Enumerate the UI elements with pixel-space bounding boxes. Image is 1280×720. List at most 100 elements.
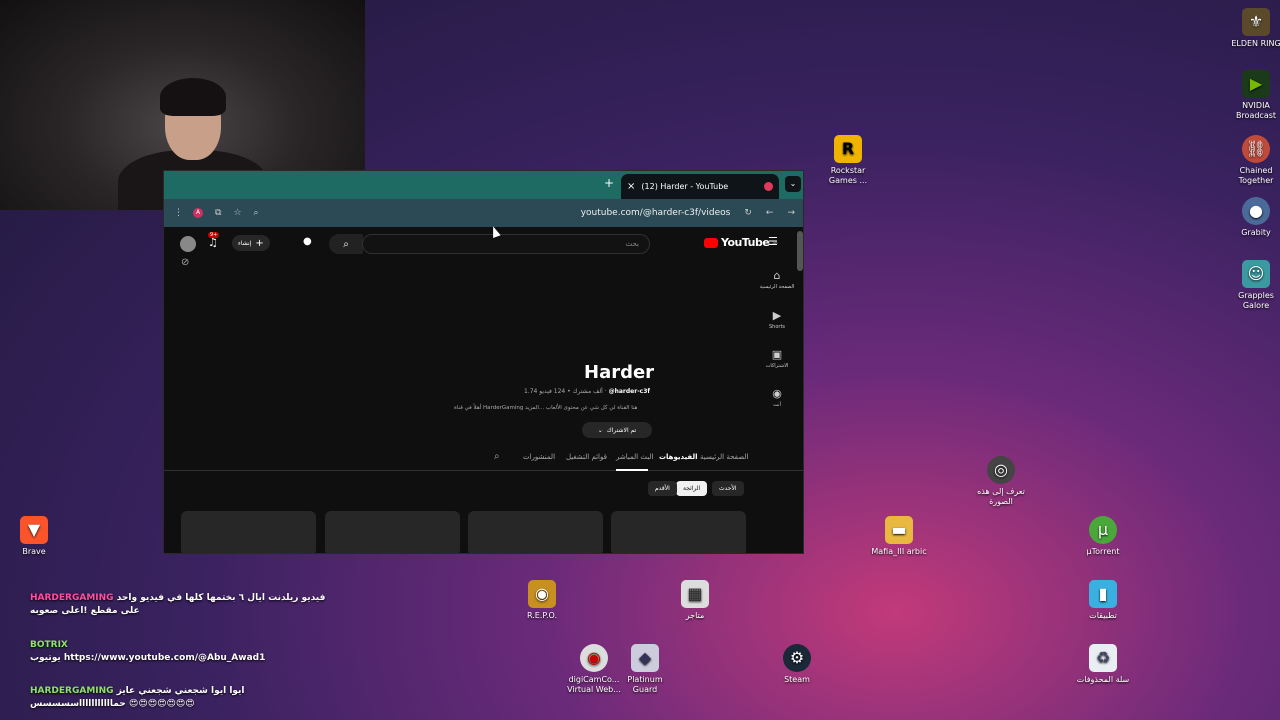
- channel-search-icon[interactable]: ⌕: [494, 451, 500, 462]
- tab-home[interactable]: الصفحة الرئيسية: [700, 453, 748, 461]
- desktop-icon-chained-together[interactable]: ⛓ Chained Together: [1226, 135, 1280, 185]
- profile-icon[interactable]: A: [193, 208, 203, 218]
- back-icon[interactable]: ←: [766, 208, 774, 218]
- video-thumbnail[interactable]: [611, 511, 746, 553]
- chevron-down-icon: ⌄: [597, 426, 603, 434]
- block-icon[interactable]: ⊘: [181, 257, 189, 268]
- avatar[interactable]: [180, 236, 196, 252]
- url-field[interactable]: youtube.com/@harder-c3f/videos: [581, 208, 731, 218]
- tab-videos[interactable]: الفيديوهات: [659, 453, 698, 461]
- chat-text: يوتيوب https://www.youtube.com/@Abu_Awad…: [30, 653, 266, 664]
- store-icon: ▦: [681, 580, 709, 608]
- extensions-icon[interactable]: ⧉: [215, 208, 221, 218]
- search-button[interactable]: ⌕: [329, 234, 363, 254]
- browser-window: + × (12) Harder - YouTube ⌄ ⋮ A ⧉ ☆ ⌕ yo…: [163, 170, 804, 554]
- notification-badge: 9+: [208, 232, 220, 238]
- webcam-icon: ◉: [580, 644, 608, 672]
- chat-message: BOTRIX يوتيوب https://www.youtube.com/@A…: [30, 639, 265, 665]
- chat-message: HARDERGAMING فيديو ريلدنت ايال ٦ بختمها …: [30, 592, 330, 617]
- youtube-play-icon: [704, 237, 718, 248]
- rail-you[interactable]: ◉ أنت: [759, 387, 795, 408]
- desktop-icon-steam[interactable]: ⚙ Steam: [767, 644, 827, 685]
- chip-oldest[interactable]: الأقدم: [648, 481, 677, 496]
- platinum-guard-icon: ◆: [631, 644, 659, 672]
- menu-dots-icon[interactable]: ⋮: [174, 208, 183, 218]
- youtube-logo[interactable]: YouTube SA: [704, 236, 778, 249]
- folder-icon: ▬: [885, 516, 913, 544]
- chip-popular[interactable]: الرائجة: [676, 481, 708, 496]
- desktop-icon-grabity[interactable]: ● Grabity: [1226, 197, 1280, 238]
- desktop-icon-google-lens[interactable]: ◎ تعرف إلى هذه الصورة: [971, 456, 1031, 506]
- nvidia-icon: ▶: [1242, 70, 1270, 98]
- tab-posts[interactable]: المنشورات: [523, 453, 555, 461]
- rail-subscriptions[interactable]: ▣ الاشتراكات: [759, 348, 795, 369]
- desktop-icon-apps[interactable]: ▮ تطبيقات: [1073, 580, 1133, 621]
- tab-close-button[interactable]: ×: [627, 181, 635, 192]
- chained-together-icon: ⛓: [1242, 135, 1270, 163]
- scrollbar[interactable]: [797, 231, 803, 271]
- search-icon: ⌕: [343, 238, 349, 250]
- chip-latest[interactable]: الأحدث: [712, 481, 744, 496]
- utorrent-icon: µ: [1089, 516, 1117, 544]
- chat-username: BOTRIX: [30, 640, 68, 650]
- tab-youtube[interactable]: × (12) Harder - YouTube: [621, 174, 779, 199]
- grapples-galore-icon: ☺: [1242, 260, 1270, 288]
- mic-icon[interactable]: ●: [303, 236, 312, 247]
- subscriptions-icon: ▣: [771, 348, 783, 361]
- shorts-icon: ▶: [772, 309, 782, 322]
- rail-shorts[interactable]: ▶ Shorts: [759, 309, 795, 330]
- recycle-bin-icon: ♻: [1089, 644, 1117, 672]
- lens-icon: ◎: [987, 456, 1015, 484]
- chat-username: HARDERGAMING: [30, 686, 114, 696]
- tab-list-chevron-icon[interactable]: ⌄: [785, 176, 801, 192]
- desktop-icon-recycle-bin[interactable]: ♻ سلة المحذوفات: [1073, 644, 1133, 685]
- youtube-page: ♫ 9+ إنشاء + ⊘ ● ⌕ بحث YouTube SA ☰ ⌂ الصف…: [164, 227, 803, 553]
- active-tab-indicator: [616, 469, 648, 471]
- you-icon: ◉: [772, 387, 782, 400]
- desktop-icon-nvidia-broadcast[interactable]: ▶ NVIDIA Broadcast: [1226, 70, 1280, 120]
- desktop-icon-mafia[interactable]: ▬ Mafia_III arbic: [869, 516, 929, 557]
- search-input[interactable]: بحث: [362, 234, 650, 254]
- desktop-icon-rockstar[interactable]: R Rockstar Games ...: [818, 135, 878, 185]
- tab-title: (12) Harder - YouTube: [641, 182, 729, 191]
- home-icon: ⌂: [773, 269, 781, 282]
- person-hair: [160, 78, 226, 116]
- video-thumbnail[interactable]: [325, 511, 460, 553]
- channel-description[interactable]: أهلاً في قناة HarderGaming هنا القناة لي…: [454, 405, 637, 411]
- tab-bar: + × (12) Harder - YouTube ⌄: [164, 171, 803, 199]
- create-button[interactable]: إنشاء +: [232, 235, 270, 251]
- chat-username: HARDERGAMING: [30, 593, 114, 603]
- repo-icon: ◉: [528, 580, 556, 608]
- desktop-icon-grapples-galore[interactable]: ☺ Grapples Galore: [1226, 260, 1280, 310]
- tab-audio-icon: [764, 182, 773, 191]
- new-tab-button[interactable]: +: [604, 176, 614, 190]
- tabs-divider: [164, 470, 803, 471]
- desktop-icon-store[interactable]: ▦ متاجر: [665, 580, 725, 621]
- steam-icon: ⚙: [783, 644, 811, 672]
- subscribed-button[interactable]: ⌄ تم الاشتراك: [582, 422, 652, 438]
- desktop-icon-brave[interactable]: ▼ Brave: [4, 516, 64, 557]
- video-thumbnail[interactable]: [468, 511, 603, 553]
- forward-icon[interactable]: →: [787, 208, 795, 218]
- chat-message: HARDERGAMING ايوا ايوا شجعني شجعني عايز …: [30, 685, 340, 710]
- tab-playlists[interactable]: قوائم التشغيل: [566, 453, 607, 461]
- desktop-icon-repo[interactable]: ◉ R.E.P.O.: [512, 580, 572, 621]
- rockstar-icon: R: [834, 135, 862, 163]
- tab-live[interactable]: البث المباشر: [616, 453, 653, 461]
- bookmark-star-icon[interactable]: ☆: [233, 208, 241, 218]
- apps-icon: ▮: [1089, 580, 1117, 608]
- rail-home[interactable]: ⌂ الصفحة الرئيسية: [759, 269, 795, 290]
- zoom-icon[interactable]: ⌕: [254, 208, 259, 218]
- desktop-icon-utorrent[interactable]: µ µTorrent: [1073, 516, 1133, 557]
- desktop-icon-elden-ring[interactable]: ⚜ ELDEN RING: [1226, 8, 1280, 49]
- plus-icon: +: [255, 237, 264, 249]
- channel-stats: 1.74 ألف مشترك • 124 فيديو · @harder-c3f: [524, 388, 651, 395]
- channel-name: Harder: [584, 362, 655, 383]
- reload-icon[interactable]: ↻: [744, 208, 752, 218]
- hamburger-menu-icon[interactable]: ☰: [768, 235, 778, 248]
- elden-ring-icon: ⚜: [1242, 8, 1270, 36]
- address-bar: ⋮ A ⧉ ☆ ⌕ youtube.com/@harder-c3f/videos…: [164, 199, 803, 227]
- desktop-icon-platinum-guard[interactable]: ◆ Platinum Guard: [615, 644, 675, 694]
- video-thumbnail[interactable]: [181, 511, 316, 553]
- brave-icon: ▼: [20, 516, 48, 544]
